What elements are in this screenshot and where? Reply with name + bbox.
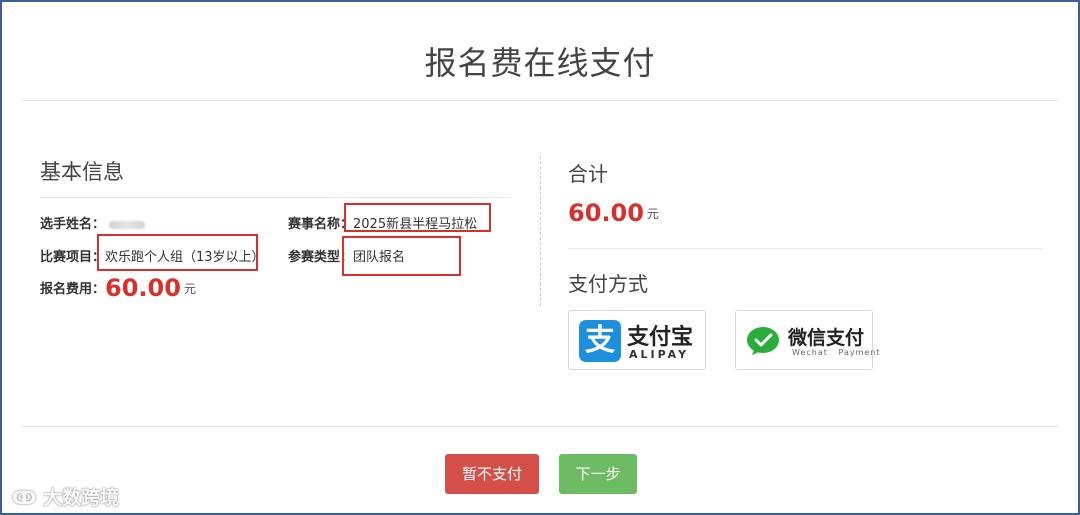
- fee-field: 报名费用：60.00 元: [40, 274, 196, 302]
- player-name-value-blurred: [109, 220, 146, 229]
- column-divider: [540, 156, 541, 306]
- total-unit: 元: [646, 207, 659, 221]
- wechat-pay-option[interactable]: 微信支付 Wechat Payment: [735, 310, 880, 370]
- wechat-pay-icon: [747, 327, 779, 355]
- payment-method-title: 支付方式: [568, 272, 648, 296]
- player-name-label: 选手姓名：: [40, 217, 106, 232]
- fee-label: 报名费用：: [40, 282, 106, 297]
- wechat-pay-label: 微信支付: [788, 327, 865, 349]
- player-name-field: 选手姓名：: [40, 213, 146, 232]
- watermark-text: 大数跨境: [43, 487, 120, 509]
- entry-type-highlight-box: [342, 236, 461, 276]
- watermark: ↂ 大数跨境: [12, 483, 119, 510]
- summary-divider: [568, 248, 1042, 249]
- total-amount-row: 60.00 元: [568, 199, 659, 227]
- next-step-button[interactable]: 下一步: [559, 454, 637, 494]
- alipay-icon: 支: [579, 320, 621, 362]
- fee-amount: 60.00: [105, 274, 181, 302]
- event-name-highlight-box: [344, 203, 491, 232]
- wechat-pay-english-label: Wechat Payment: [792, 348, 881, 357]
- basic-info-divider: [40, 197, 510, 198]
- alipay-english-label: ALIPAY: [629, 348, 690, 361]
- footer-divider: [22, 426, 1058, 427]
- category-highlight-box: [97, 234, 258, 271]
- pay-later-button[interactable]: 暂不支付: [445, 454, 539, 494]
- title-divider: [22, 100, 1058, 101]
- basic-info-title: 基本信息: [40, 160, 124, 184]
- page-title: 报名费在线支付: [424, 44, 656, 82]
- total-amount: 60.00: [568, 199, 644, 227]
- total-title: 合计: [568, 162, 608, 186]
- category-label: 比赛项目：: [40, 250, 106, 265]
- alipay-option[interactable]: 支 支付宝 ALIPAY: [568, 310, 706, 370]
- alipay-label: 支付宝: [627, 325, 694, 350]
- payment-dialog: 报名费在线支付 基本信息 选手姓名： 赛事名称：2025新县半程马拉松 比赛项目…: [0, 0, 1080, 515]
- fee-unit: 元: [183, 282, 196, 296]
- watermark-logo-icon: ↂ: [12, 487, 44, 509]
